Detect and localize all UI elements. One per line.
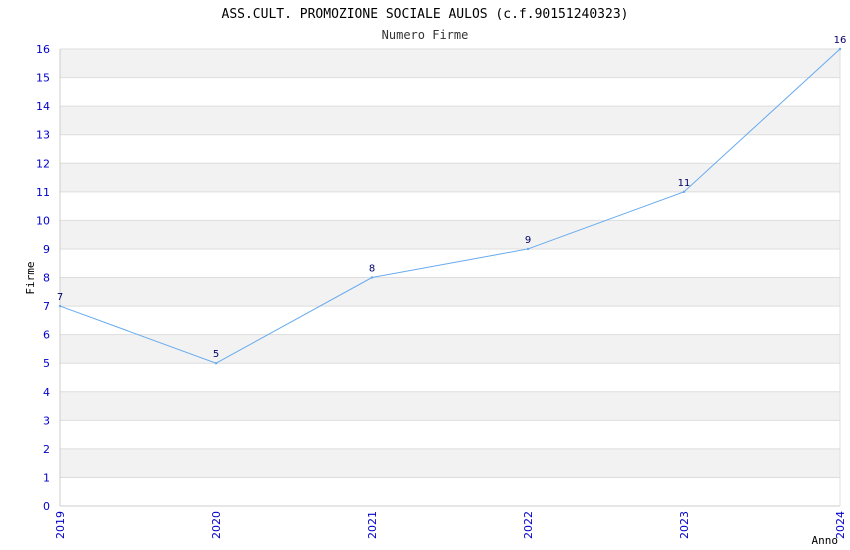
x-tick-label: 2020 — [210, 511, 223, 539]
data-label: 8 — [369, 264, 375, 275]
data-labels: 7 5 8 9 11 16 — [57, 35, 847, 360]
y-tick-label: 14 — [36, 100, 50, 113]
series-line — [59, 48, 841, 364]
y-tick-label: 9 — [43, 243, 50, 256]
band-13 — [60, 106, 840, 135]
y-tick-label: 5 — [43, 357, 50, 370]
y-tick-label: 6 — [43, 329, 50, 342]
data-point — [214, 361, 218, 365]
x-tick-label: 2019 — [54, 511, 67, 539]
y-tick-label: 15 — [36, 72, 50, 85]
y-tick-label: 11 — [36, 186, 50, 199]
x-axis-title: Anno — [812, 534, 839, 547]
band-15 — [60, 49, 840, 78]
data-point — [838, 47, 842, 51]
x-tick-label: 2023 — [678, 511, 691, 539]
data-point — [526, 247, 530, 251]
y-tick-label: 12 — [36, 157, 50, 170]
band-1 — [60, 448, 840, 478]
x-tick-label: 2021 — [366, 511, 379, 539]
data-label: 7 — [57, 292, 63, 303]
x-tick-label: 2022 — [522, 511, 535, 539]
y-tick-label: 1 — [43, 471, 50, 484]
series-layer — [58, 47, 842, 365]
y-tick-label: 16 — [36, 43, 50, 56]
chart-title: ASS.CULT. PROMOZIONE SOCIALE AULOS (c.f.… — [222, 7, 629, 22]
data-point — [58, 304, 62, 308]
data-label: 5 — [213, 349, 219, 360]
y-tick-label: 13 — [36, 129, 50, 142]
x-tick-labels: 2019 2020 2021 2022 2023 2024 — [54, 511, 847, 539]
y-tick-label: 8 — [43, 272, 50, 285]
band-11 — [60, 163, 840, 192]
data-label: 11 — [678, 178, 691, 189]
y-tick-label: 10 — [36, 214, 50, 227]
data-label: 16 — [834, 35, 847, 46]
data-label: 9 — [525, 235, 531, 246]
y-axis-title: Firme — [24, 261, 37, 294]
y-tick-label: 3 — [43, 414, 50, 427]
chart-subtitle: Numero Firme — [382, 28, 469, 42]
data-point — [682, 190, 686, 194]
data-point — [370, 276, 374, 279]
band-9 — [60, 220, 840, 249]
line-chart: 012345678910111213141516 2019 2020 2021 202… — [24, 7, 847, 547]
band-7 — [60, 277, 840, 307]
y-tick-labels: 012345678910111213141516 — [36, 43, 50, 513]
y-tick-label: 0 — [43, 500, 50, 513]
y-tick-label: 4 — [43, 386, 50, 399]
band-3 — [60, 391, 840, 421]
y-tick-label: 7 — [43, 300, 50, 313]
y-tick-label: 2 — [43, 443, 50, 456]
